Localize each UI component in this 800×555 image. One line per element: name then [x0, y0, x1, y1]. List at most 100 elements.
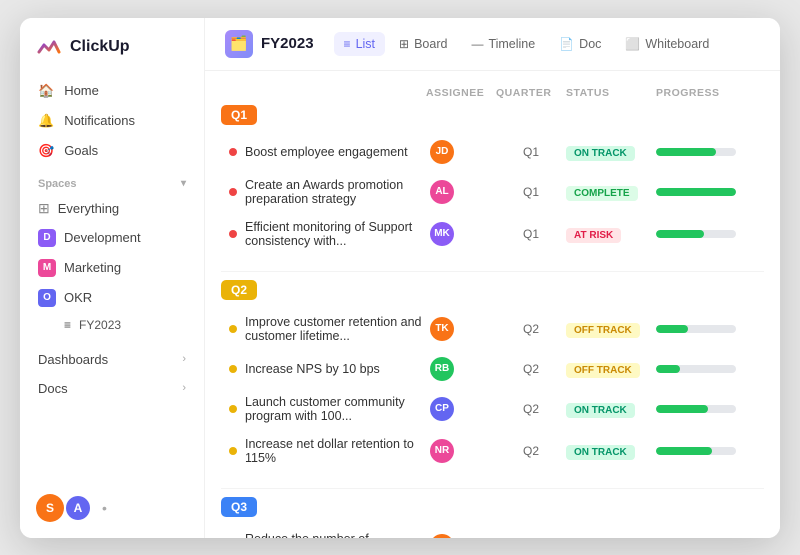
chevron-down-icon: ▾: [181, 178, 186, 189]
tab-list[interactable]: ≡ List: [334, 32, 385, 56]
tab-timeline[interactable]: — Timeline: [461, 32, 545, 56]
progress-cell: [656, 325, 756, 333]
space-label: Everything: [58, 201, 119, 216]
spaces-section-label: Spaces ▾: [20, 166, 204, 194]
project-title: FY2023: [261, 35, 314, 52]
status-cell: ON TRACK: [566, 143, 656, 161]
avatar: DR: [430, 534, 454, 538]
tab-label: Whiteboard: [645, 37, 709, 51]
progress-bar-container: [656, 148, 736, 156]
quarter-section-q3: Q3 Reduce the number of Customer-Reporte…: [221, 497, 764, 538]
project-icon: 🗂️: [225, 30, 253, 58]
sidebar-item-docs[interactable]: Docs ›: [28, 374, 196, 403]
task-dot: [229, 230, 237, 238]
status-badge: ON TRACK: [566, 445, 635, 460]
table-row[interactable]: Improve customer retention and customer …: [221, 308, 764, 350]
progress-bar-container: [656, 365, 736, 373]
progress-cell: [656, 148, 756, 156]
tab-label: List: [356, 37, 375, 51]
progress-cell: [656, 447, 756, 455]
sidebar-item-okr[interactable]: O OKR: [28, 283, 196, 313]
avatar: RB: [430, 357, 454, 381]
chevron-right-icon: ›: [182, 353, 186, 365]
sidebar-item-goals[interactable]: 🎯 Goals: [28, 136, 196, 166]
quarter-cell: Q1: [496, 145, 566, 159]
status-cell: AT RISK: [566, 225, 656, 243]
dashboards-label: Dashboards: [38, 352, 108, 367]
quarter-cell: Q1: [496, 185, 566, 199]
sidebar-item-home[interactable]: 🏠 Home: [28, 76, 196, 106]
tab-board[interactable]: ⊞ Board: [389, 32, 457, 56]
sidebar-item-development[interactable]: D Development: [28, 223, 196, 253]
space-label: OKR: [64, 290, 92, 305]
progress-bar-container: [656, 188, 736, 196]
divider: [221, 271, 764, 272]
table-row[interactable]: Efficient monitoring of Support consiste…: [221, 213, 764, 255]
timeline-tab-icon: —: [471, 37, 483, 51]
tab-label: Board: [414, 37, 447, 51]
assignee-cell: RB: [426, 357, 496, 381]
table-row[interactable]: Boost employee engagement JD Q1 ON TRACK: [221, 133, 764, 171]
sidebar-item-fy2023[interactable]: ≡ FY2023: [28, 313, 196, 337]
sidebar-item-dashboards[interactable]: Dashboards ›: [28, 345, 196, 374]
status-badge: ON TRACK: [566, 403, 635, 418]
quarter-cell: Q1: [496, 227, 566, 241]
tab-doc[interactable]: 📄 Doc: [549, 32, 611, 56]
progress-bar-fill: [656, 405, 708, 413]
board-tab-icon: ⊞: [399, 37, 409, 51]
quarter-cell: Q2: [496, 444, 566, 458]
tab-whiteboard[interactable]: ⬜ Whiteboard: [615, 32, 719, 56]
assignee-cell: AL: [426, 180, 496, 204]
space-dot-dev: D: [38, 229, 56, 247]
bell-icon: 🔔: [38, 113, 54, 129]
task-dot: [229, 325, 237, 333]
table-area: ASSIGNEE QUARTER STATUS PROGRESS Q1 Boos…: [205, 71, 780, 538]
col-assignee: ASSIGNEE: [426, 87, 496, 99]
avatar: MK: [430, 222, 454, 246]
sub-item-label: FY2023: [79, 318, 121, 332]
status-cell: OFF TRACK: [566, 320, 656, 338]
progress-cell: [656, 405, 756, 413]
sidebar-nav: 🏠 Home 🔔 Notifications 🎯 Goals: [20, 76, 204, 166]
avatar-primary[interactable]: S: [36, 494, 64, 522]
footer-dot: •: [102, 500, 107, 516]
clickup-logo-icon: [36, 34, 62, 60]
col-headers: ASSIGNEE QUARTER STATUS PROGRESS: [221, 83, 764, 103]
quarter-cell: Q2: [496, 362, 566, 376]
col-status: STATUS: [566, 87, 656, 99]
topbar: 🗂️ FY2023 ≡ List ⊞ Board — Timeline 📄 Do…: [205, 18, 780, 71]
sidebar-item-label: Home: [64, 83, 99, 98]
table-row[interactable]: Launch customer community program with 1…: [221, 388, 764, 430]
logo-area[interactable]: ClickUp: [20, 34, 204, 76]
quarter-section-q2: Q2 Improve customer retention and custom…: [221, 280, 764, 472]
sidebar-item-marketing[interactable]: M Marketing: [28, 253, 196, 283]
sections-nav: Dashboards › Docs ›: [20, 345, 204, 403]
status-cell: OFF TRACK: [566, 360, 656, 378]
docs-label: Docs: [38, 381, 68, 396]
avatar-secondary[interactable]: A: [64, 494, 92, 522]
sidebar-item-notifications[interactable]: 🔔 Notifications: [28, 106, 196, 136]
table-row[interactable]: Increase net dollar retention to 115% NR…: [221, 430, 764, 472]
divider: [221, 488, 764, 489]
space-label: Marketing: [64, 260, 121, 275]
assignee-cell: MK: [426, 222, 496, 246]
space-dot-okr: O: [38, 289, 56, 307]
tab-label: Timeline: [488, 37, 535, 51]
assignee-cell: NR: [426, 439, 496, 463]
table-row[interactable]: Increase NPS by 10 bps RB Q2 OFF TRACK: [221, 350, 764, 388]
table-row[interactable]: Create an Awards promotion preparation s…: [221, 171, 764, 213]
q3-badge: Q3: [221, 497, 257, 517]
app-window: ClickUp 🏠 Home 🔔 Notifications 🎯 Goals S…: [20, 18, 780, 538]
list-icon: ≡: [64, 318, 71, 332]
progress-bar-fill: [656, 148, 716, 156]
task-name: Increase net dollar retention to 115%: [229, 437, 426, 465]
avatar: NR: [430, 439, 454, 463]
tab-label: Doc: [579, 37, 601, 51]
table-row[interactable]: Reduce the number of Customer-Reported b…: [221, 525, 764, 538]
progress-bar-container: [656, 230, 736, 238]
progress-bar-container: [656, 447, 736, 455]
task-dot: [229, 148, 237, 156]
quarter-header-q1: Q1: [221, 105, 764, 125]
logo-text: ClickUp: [70, 38, 130, 56]
sidebar-item-everything[interactable]: ⊞ Everything: [28, 194, 196, 223]
